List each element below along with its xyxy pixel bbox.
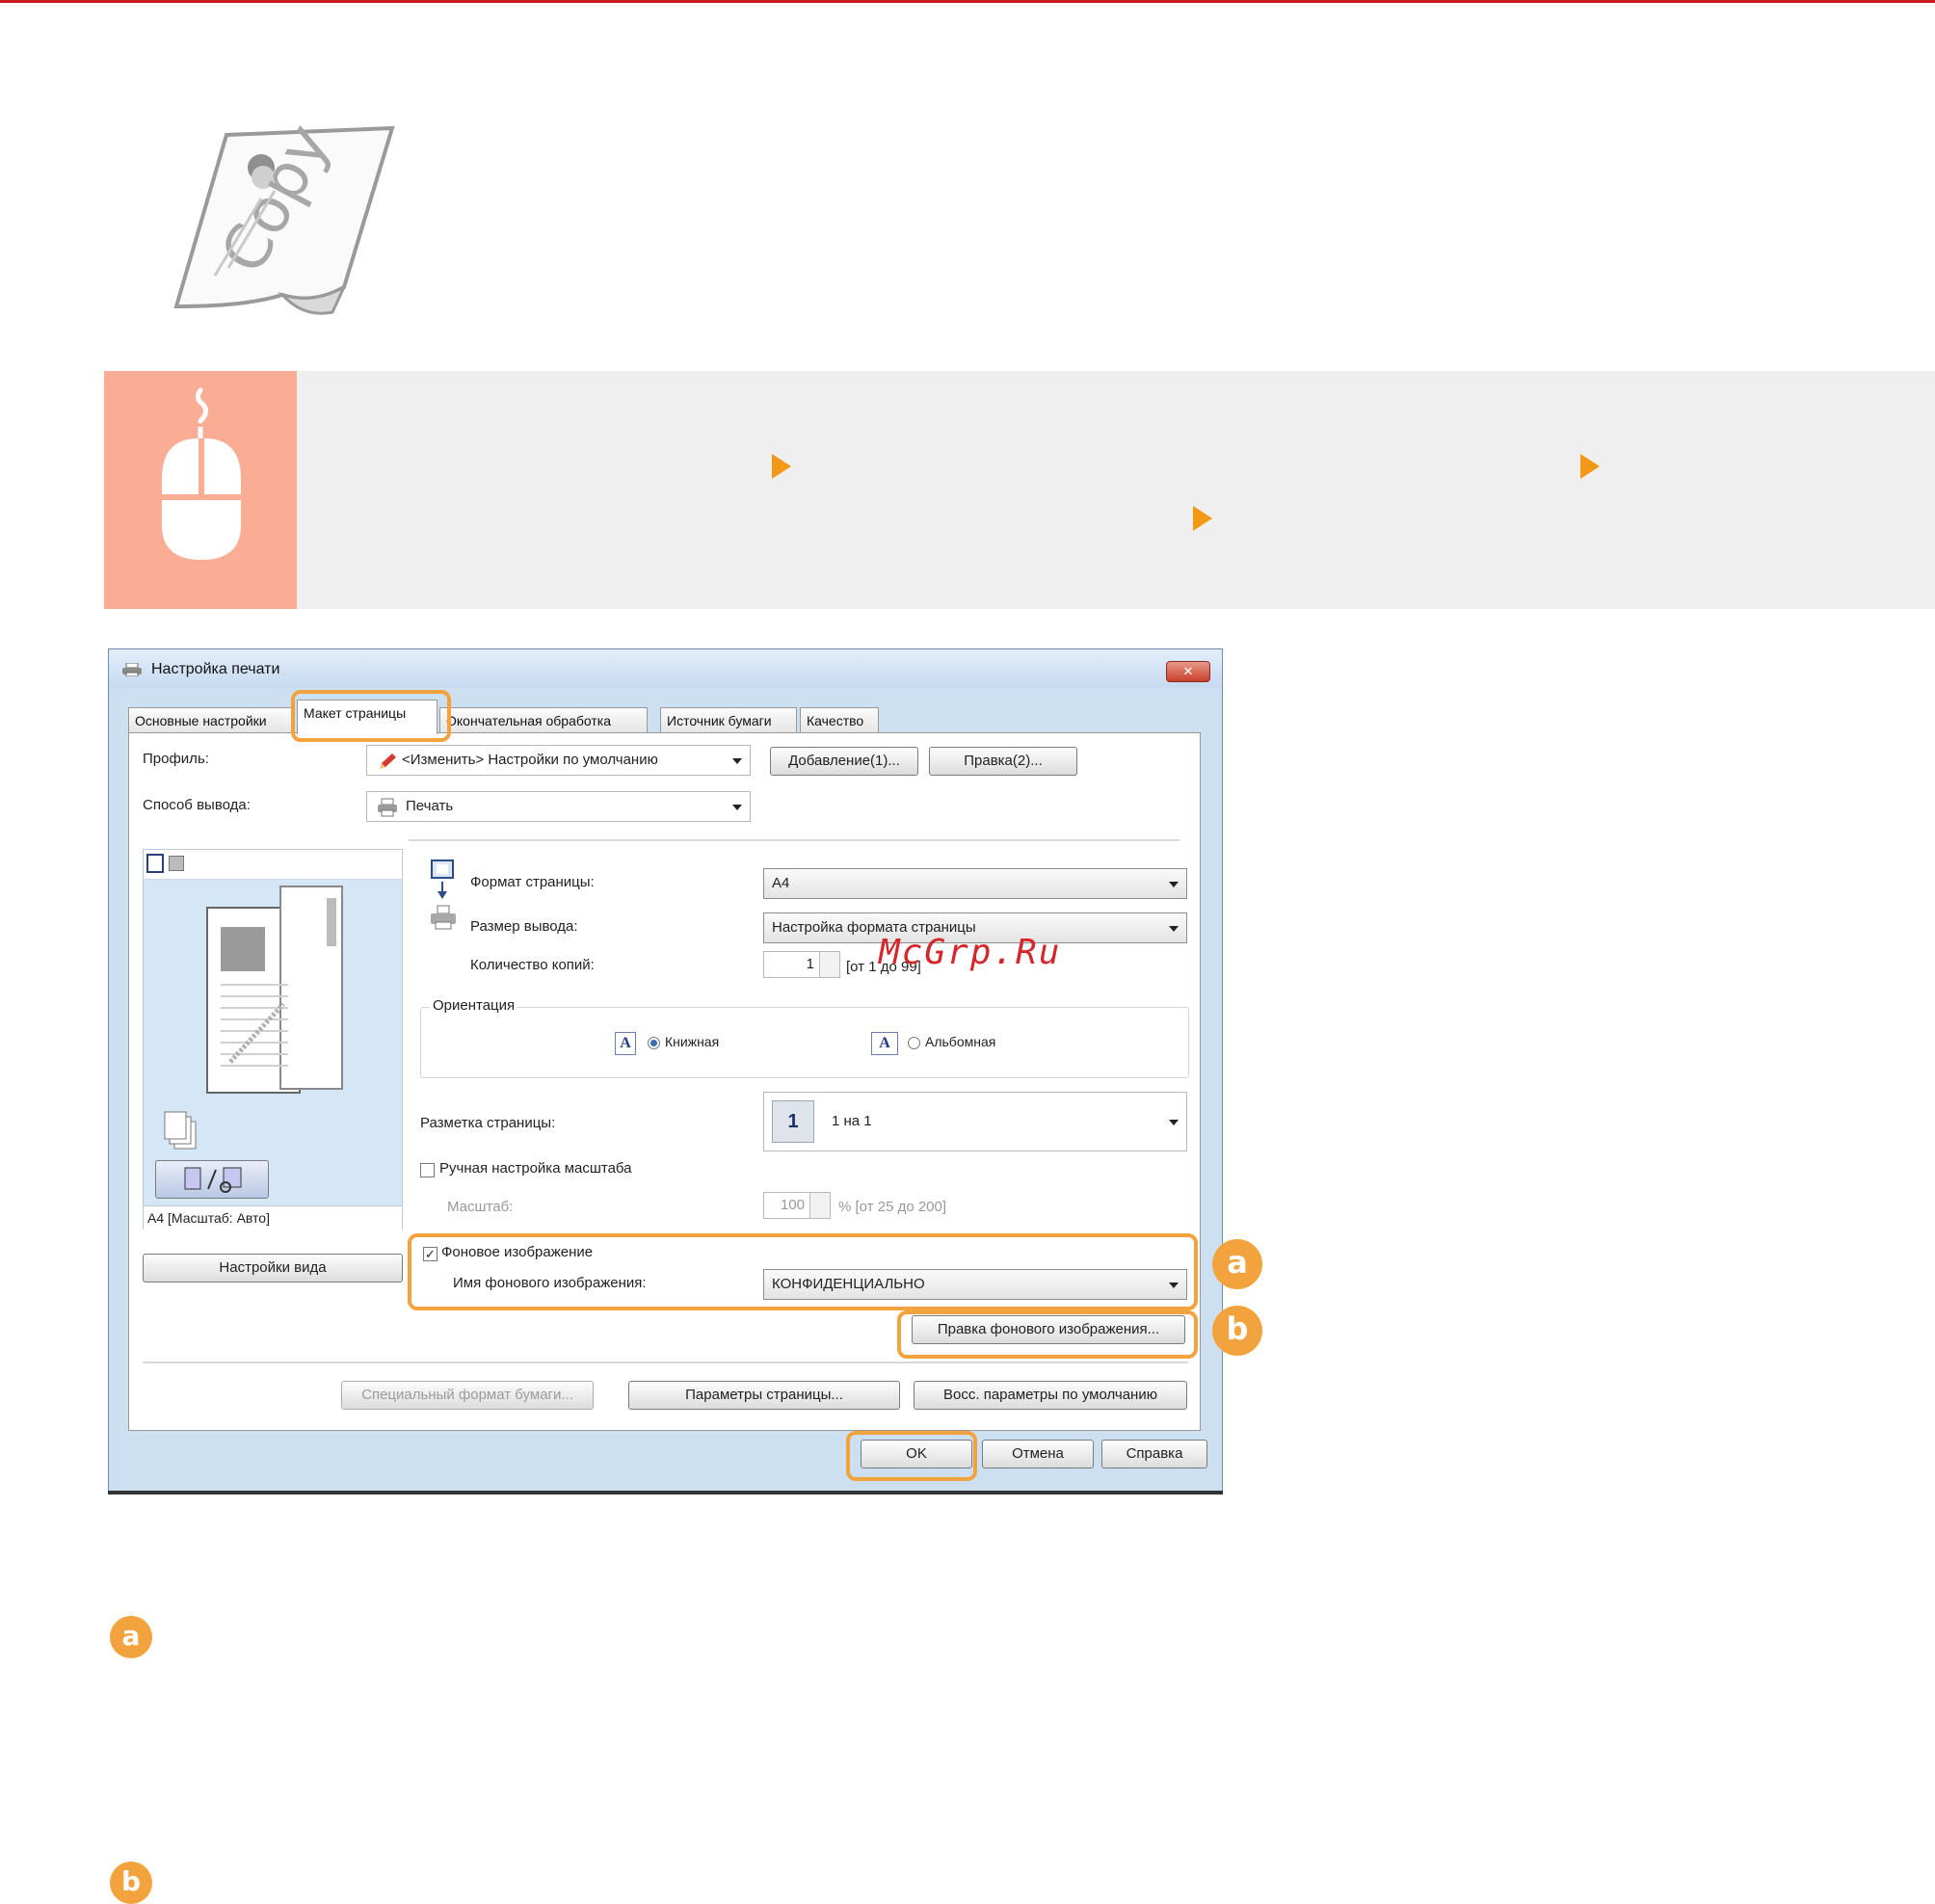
add-profile-button[interactable]: Добавление(1)... [770, 747, 918, 776]
tab-finishing[interactable]: Окончательная обработка [439, 707, 648, 732]
copies-stepper[interactable]: 1 [763, 951, 840, 978]
top-rule [0, 0, 1935, 3]
divider [409, 839, 1180, 841]
edit-watermark-button[interactable]: Правка фонового изображения... [912, 1315, 1185, 1344]
landscape-radio[interactable] [908, 1037, 920, 1049]
portrait-radio[interactable] [648, 1037, 660, 1049]
restore-defaults-button[interactable]: Восс. параметры по умолчанию [914, 1381, 1187, 1410]
scale-stepper[interactable]: 100 [763, 1192, 831, 1219]
mouse-icon [162, 387, 241, 560]
orientation-label: Ориентация [430, 997, 518, 1014]
marker-a: a [1212, 1239, 1262, 1289]
tab-quality[interactable]: Качество [800, 707, 879, 732]
profile-select[interactable]: <Изменить> Настройки по умолчанию [366, 745, 751, 776]
step-arrow-3 [1193, 506, 1212, 531]
help-button[interactable]: Справка [1101, 1440, 1207, 1468]
page-preview: A4 [Масштаб: Авто] [143, 849, 403, 1230]
view-settings-button[interactable]: Настройки вида [143, 1254, 403, 1283]
page-size-label: Формат страницы: [470, 874, 595, 890]
stepper-arrows-icon[interactable] [819, 952, 839, 977]
chevron-down-icon [1169, 1283, 1179, 1288]
close-button[interactable]: ✕ [1166, 661, 1210, 682]
manual-scale-label: Ручная настройка масштаба [439, 1160, 632, 1177]
site-watermark: McGrp.Ru [879, 933, 1062, 972]
output-size-label: Размер вывода: [470, 918, 578, 935]
chevron-down-icon [732, 805, 742, 810]
dialog-title: Настройка печати [151, 661, 280, 677]
tab-paper-source[interactable]: Источник бумаги [660, 707, 797, 732]
chevron-down-icon [1169, 1120, 1179, 1125]
watermark-name-label: Имя фонового изображения: [453, 1275, 647, 1291]
chevron-down-icon [1169, 882, 1179, 887]
marker-b: b [1212, 1306, 1262, 1356]
cancel-button[interactable]: Отмена [982, 1440, 1094, 1468]
dialog-shadow [108, 1491, 1223, 1494]
profile-value: <Изменить> Настройки по умолчанию [402, 752, 658, 768]
landscape-label: Альбомная [925, 1034, 996, 1049]
manual-scale-checkbox[interactable] [420, 1163, 435, 1177]
scale-range: % [от 25 до 200] [838, 1199, 947, 1215]
edit-profile-button[interactable]: Правка(2)... [929, 747, 1077, 776]
watermark-name-select[interactable]: КОНФИДЕНЦИАЛЬНО [763, 1269, 1187, 1300]
pencil-icon [380, 754, 396, 769]
stepper-arrows-icon[interactable] [809, 1193, 830, 1218]
copies-value: 1 [806, 956, 814, 972]
chevron-down-icon [1169, 926, 1179, 932]
profile-label: Профиль: [143, 751, 209, 767]
marker-b-legend: b [110, 1862, 152, 1904]
printer-icon [378, 798, 397, 817]
page-layout-select[interactable]: 1 1 на 1 [763, 1092, 1187, 1151]
copies-stack-icon [164, 1111, 197, 1150]
page-size-value: A4 [772, 875, 790, 891]
divider [143, 1362, 1188, 1363]
print-settings-dialog: Настройка печати ✕ Основные настройки Ма… [108, 648, 1223, 1493]
preview-mode-button[interactable] [155, 1160, 269, 1199]
page-view-icon[interactable] [146, 854, 164, 873]
page-layout-label: Разметка страницы: [420, 1115, 556, 1131]
preview-toolbar [144, 850, 402, 880]
dialog-titlebar: Настройка печати ✕ [109, 649, 1222, 688]
marker-a-legend: a [110, 1616, 152, 1658]
landscape-icon: A [871, 1032, 898, 1055]
printer-view-icon[interactable] [169, 856, 184, 871]
ok-button[interactable]: OK [861, 1440, 972, 1468]
copy-document-icon: Copy [173, 123, 395, 315]
page-mode-icon [184, 1167, 242, 1193]
tab-page-setup[interactable]: Макет страницы [297, 700, 437, 734]
page-options-button[interactable]: Параметры страницы... [628, 1381, 900, 1410]
page-setup-panel: Профиль: <Изменить> Настройки по умолчан… [128, 732, 1201, 1431]
scale-label: Масштаб: [447, 1199, 514, 1215]
page-layout-value: 1 на 1 [832, 1113, 872, 1129]
output-method-value: Печать [406, 798, 454, 814]
instruction-banner [104, 371, 1935, 609]
portrait-icon: A [615, 1032, 636, 1055]
printer-icon [122, 663, 142, 676]
step-arrow-2 [1580, 454, 1600, 479]
custom-paper-size-button[interactable]: Специальный формат бумаги... [341, 1381, 594, 1410]
step-arrow-1 [772, 454, 791, 479]
watermark-label: Фоновое изображение [441, 1244, 594, 1260]
page-preview-image [206, 886, 343, 1094]
copies-label: Количество копий: [470, 957, 595, 973]
portrait-label: Книжная [665, 1034, 720, 1049]
tab-basic-settings[interactable]: Основные настройки [128, 707, 294, 732]
scale-value: 100 [780, 1197, 805, 1213]
output-size-icon [431, 905, 456, 930]
watermark-checkbox[interactable]: ✓ [423, 1247, 437, 1261]
page-size-icon [431, 859, 454, 899]
mouse-icon-tile [104, 371, 297, 609]
watermark-name-value: КОНФИДЕНЦИАЛЬНО [772, 1276, 925, 1292]
orientation-group [420, 1007, 1189, 1078]
output-method-select[interactable]: Печать [366, 791, 751, 822]
preview-caption: A4 [Масштаб: Авто] [144, 1205, 402, 1230]
page-size-select[interactable]: A4 [763, 868, 1187, 899]
layout-1up-icon: 1 [772, 1100, 814, 1143]
chevron-down-icon [732, 758, 742, 764]
output-method-label: Способ вывода: [143, 797, 251, 813]
